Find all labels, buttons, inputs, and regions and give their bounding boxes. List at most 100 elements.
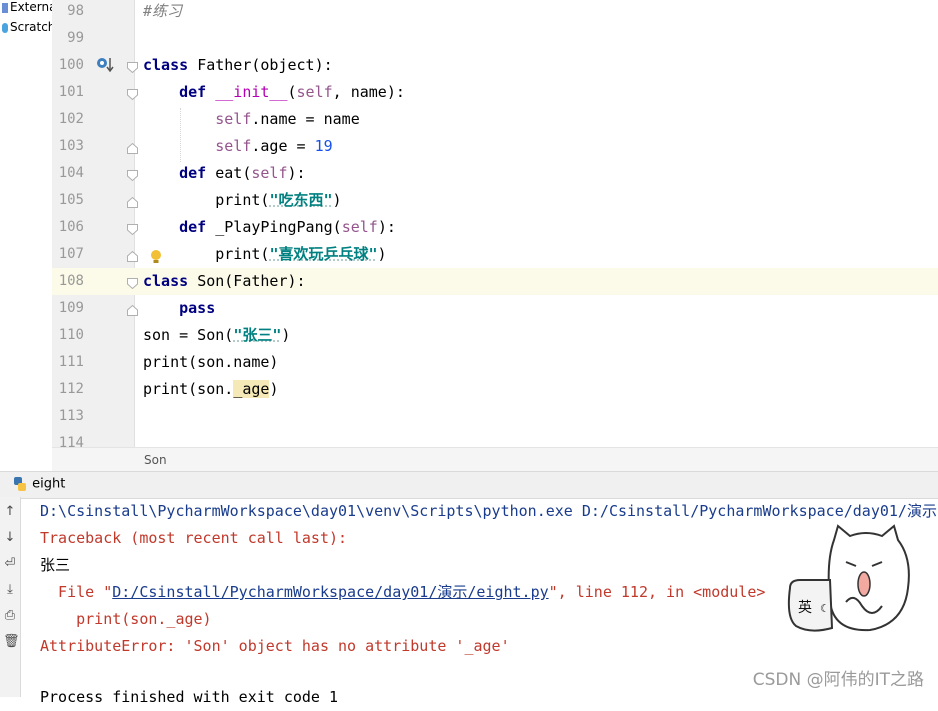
code-line: self.name = name: [143, 106, 360, 133]
code-token: self: [296, 83, 333, 101]
console-error: AttributeError: 'Son' object has no attr…: [40, 637, 510, 655]
code-token: Son(Father):: [197, 272, 306, 290]
code-token: .name = name: [251, 110, 360, 128]
code-token: print(: [215, 245, 270, 263]
code-token: ): [377, 245, 387, 263]
code-token: object: [260, 56, 315, 74]
console-file-link[interactable]: D:/Csinstall/PycharmWorkspace/day01/演示/e…: [112, 583, 548, 601]
code-token: class: [143, 56, 198, 74]
tree-item-external[interactable]: External: [2, 0, 52, 14]
code-token: def: [179, 218, 216, 236]
console-traceback: Traceback (most recent call last):: [40, 529, 348, 547]
watermark: CSDN @阿伟的IT之路: [752, 670, 924, 690]
run-toolbar: ↑ ↓ ⏎ ⤓ ⎙ 🗑: [0, 497, 21, 697]
code-line: print("吃东西"): [143, 187, 342, 214]
code-token: Father(: [197, 56, 261, 74]
code-token: _age: [233, 380, 270, 398]
line-number: 103: [58, 138, 84, 154]
soft-wrap-icon[interactable]: ⏎: [3, 557, 17, 571]
code-token: 19: [314, 137, 333, 155]
code-token: print(son.name): [143, 353, 279, 371]
code-token: self: [215, 137, 252, 155]
code-token: "吃东西": [269, 191, 333, 209]
scratch-icon: [2, 22, 8, 33]
code-line: self.age = 19: [143, 133, 333, 160]
code-token: ): [332, 191, 342, 209]
fold-open-icon[interactable]: [127, 170, 138, 181]
fold-close-icon[interactable]: [127, 251, 138, 262]
fold-open-icon[interactable]: [127, 62, 138, 73]
line-number: 105: [58, 192, 84, 208]
arrow-up-icon[interactable]: ↑: [3, 505, 17, 519]
fold-close-icon[interactable]: [127, 305, 138, 316]
line-number: 99: [67, 30, 84, 46]
tree-item-scratches[interactable]: Scratche: [2, 20, 52, 34]
code-line: pass: [143, 295, 215, 322]
trash-icon[interactable]: 🗑: [3, 635, 20, 649]
fold-open-icon[interactable]: [127, 278, 138, 289]
run-tab-bar: eight: [0, 471, 938, 499]
code-token: ):: [377, 218, 396, 236]
code-token: print(son.: [143, 380, 234, 398]
code-token: def: [179, 164, 216, 182]
line-number: 106: [58, 219, 84, 235]
line-number: 108: [58, 273, 84, 289]
code-token: "张三": [233, 326, 282, 344]
code-token: eat(: [215, 164, 252, 182]
override-method-icon[interactable]: [96, 56, 118, 74]
console-command: D:\Csinstall\PycharmWorkspace\day01\venv…: [40, 502, 937, 520]
print-icon[interactable]: ⎙: [3, 609, 17, 623]
code-line: print(son._age): [143, 376, 278, 403]
console-finish: Process finished with exit code 1: [40, 688, 339, 706]
line-number: 102: [58, 111, 84, 127]
line-number: 110: [58, 327, 84, 343]
fold-open-icon[interactable]: [127, 89, 138, 100]
line-number: 111: [58, 354, 84, 370]
line-number: 112: [58, 381, 84, 397]
cat-sticker: 英 ☾: [787, 524, 910, 632]
project-tree: External Scratche: [0, 0, 53, 447]
line-number: 113: [58, 408, 84, 424]
breadcrumb[interactable]: Son: [52, 447, 938, 472]
code-line: #练习: [143, 0, 182, 25]
fold-open-icon[interactable]: [127, 224, 138, 235]
code-token: son = Son(: [143, 326, 234, 344]
fold-close-icon[interactable]: [127, 197, 138, 208]
lightbulb-icon[interactable]: [150, 249, 162, 265]
line-number: 101: [58, 84, 84, 100]
code-token: , name):: [332, 83, 405, 101]
run-tab-label: eight: [32, 476, 66, 492]
line-number: 98: [67, 3, 84, 19]
code-token: #练习: [143, 2, 183, 20]
arrow-down-icon[interactable]: ↓: [3, 531, 17, 545]
code-line: class Father(object):: [143, 52, 333, 79]
scroll-to-end-icon[interactable]: ⤓: [3, 583, 17, 597]
python-icon: [14, 477, 26, 491]
code-token: ):: [314, 56, 333, 74]
line-number: 100: [58, 57, 84, 73]
code-token: "喜欢玩乒乓球": [269, 245, 378, 263]
code-line: def __init__(self, name):: [143, 79, 405, 106]
code-token: self: [215, 110, 252, 128]
code-line: def _PlayPingPang(self):: [143, 214, 396, 241]
breadcrumb-item-son[interactable]: Son: [144, 453, 167, 467]
library-icon: [2, 2, 8, 13]
code-token: def: [179, 83, 216, 101]
line-number: 107: [58, 246, 84, 262]
code-line: print(son.name): [143, 349, 278, 376]
code-token: print(: [215, 191, 270, 209]
code-token: ):: [287, 164, 306, 182]
line-number: 109: [58, 300, 84, 316]
code-token: (: [287, 83, 297, 101]
code-token: pass: [179, 299, 216, 317]
code-token: __init__: [215, 83, 288, 101]
fold-close-icon[interactable]: [127, 143, 138, 154]
code-token: class: [143, 272, 198, 290]
code-token: self: [251, 164, 288, 182]
run-tab[interactable]: eight: [12, 476, 65, 496]
